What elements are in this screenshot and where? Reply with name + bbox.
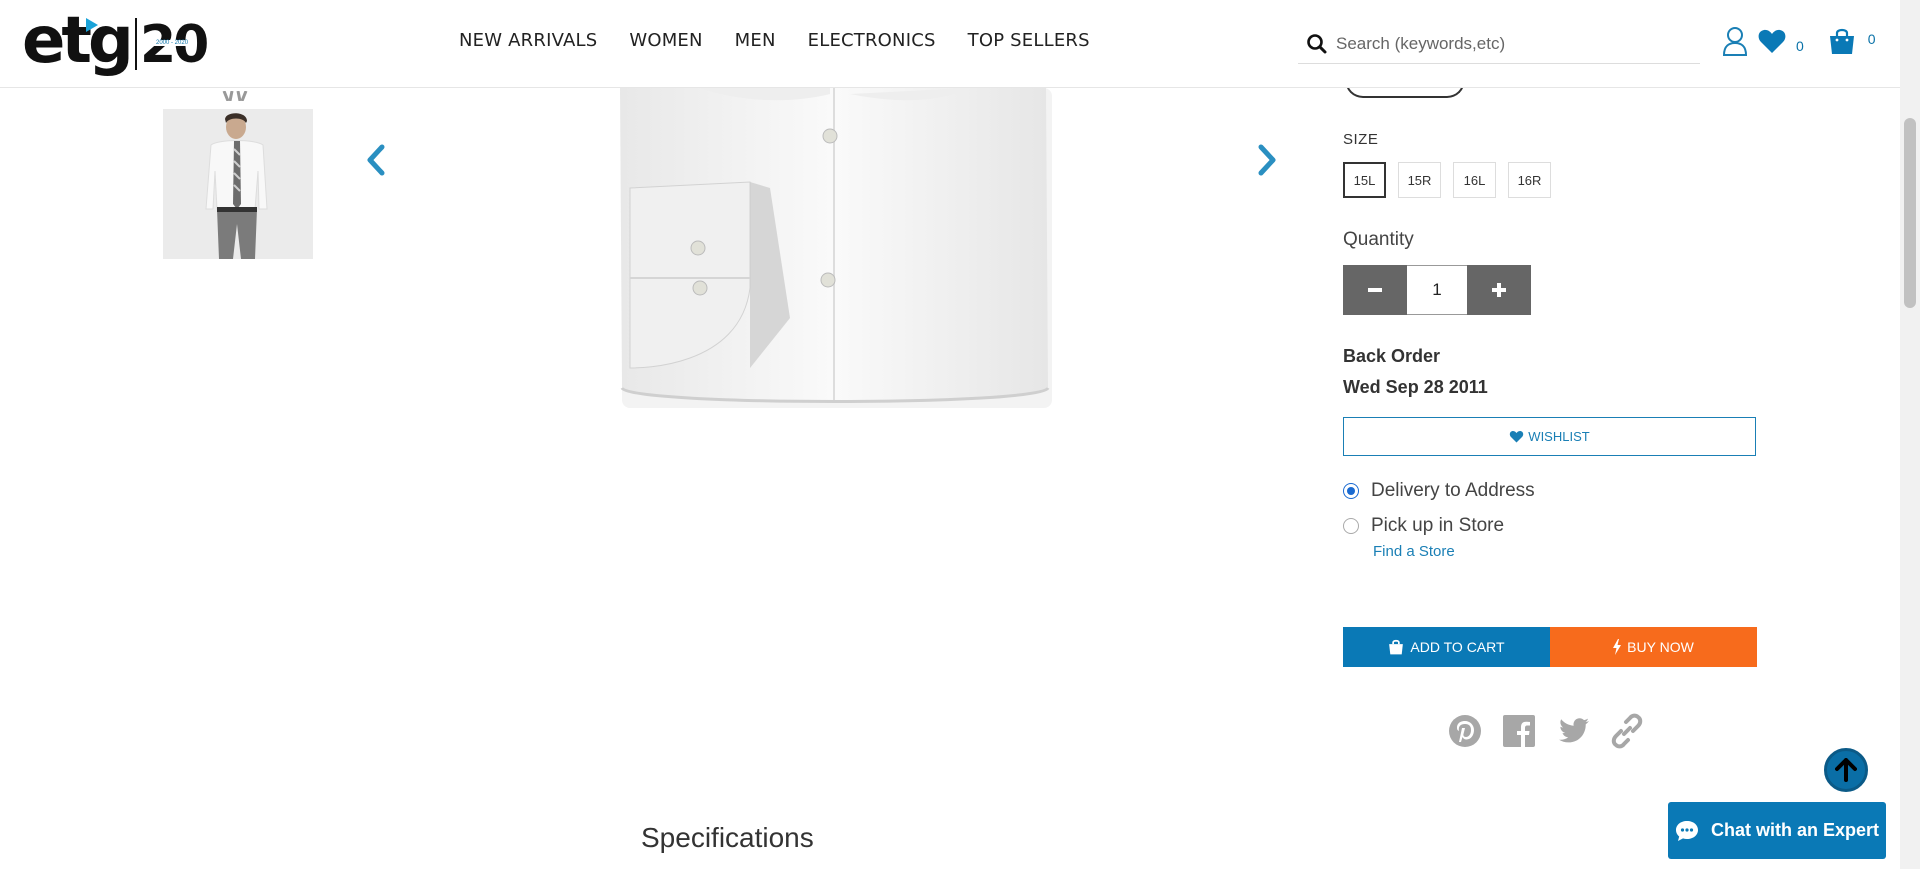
scroll-to-top-button[interactable] <box>1824 748 1868 792</box>
nav-women[interactable]: WOMEN <box>629 30 702 51</box>
logo-play-icon <box>86 18 98 32</box>
search-input[interactable] <box>1336 30 1686 58</box>
delivery-options: Delivery to Address Pick up in Store <box>1343 478 1535 548</box>
quantity-stepper: 1 <box>1343 265 1531 315</box>
main-product-image <box>600 88 1070 418</box>
buy-now-label: BUY NOW <box>1627 639 1694 655</box>
arrow-up-icon <box>1835 758 1857 782</box>
shopping-bag-icon <box>1389 639 1404 655</box>
plus-icon <box>1492 283 1506 297</box>
main-nav: NEW ARRIVALS WOMEN MEN ELECTRONICS TOP S… <box>459 30 1090 51</box>
quantity-input[interactable]: 1 <box>1407 265 1467 315</box>
chat-with-expert-button[interactable]: Chat with an Expert <box>1668 802 1886 859</box>
pinterest-icon[interactable] <box>1447 713 1483 749</box>
chat-bubble-icon <box>1675 820 1698 841</box>
shopping-bag-icon[interactable] <box>1828 27 1856 60</box>
minus-icon <box>1368 288 1382 292</box>
etg-logo[interactable]: etg 20 2000 - 2020 <box>22 4 209 84</box>
product-thumbnail[interactable] <box>163 109 313 259</box>
radio-delivery-address[interactable] <box>1343 483 1359 499</box>
size-option-15r[interactable]: 15R <box>1398 162 1441 198</box>
purchase-actions: ADD TO CART BUY NOW <box>1343 627 1757 667</box>
facebook-icon[interactable] <box>1501 713 1537 749</box>
delivery-option-pickup-label: Pick up in Store <box>1371 515 1505 536</box>
carousel-next-arrow[interactable] <box>1255 144 1279 176</box>
quantity-label: Quantity <box>1343 229 1414 250</box>
stock-date: Wed Sep 28 2011 <box>1343 377 1488 397</box>
quantity-increment-button[interactable] <box>1467 265 1531 315</box>
delivery-option-address-label: Delivery to Address <box>1371 480 1535 501</box>
size-option-16r[interactable]: 16R <box>1508 162 1551 198</box>
size-label: SIZE <box>1343 131 1379 148</box>
wishlist-button-label: WISHLIST <box>1528 429 1590 444</box>
stock-status-text: Back Order <box>1343 346 1441 366</box>
chat-button-label: Chat with an Expert <box>1710 820 1880 840</box>
twitter-icon[interactable] <box>1555 713 1591 749</box>
header-actions: 0 0 <box>1722 26 1900 60</box>
wishlist-count: 0 <box>1796 38 1804 54</box>
size-option-15l[interactable]: 15L <box>1343 162 1386 198</box>
buy-now-button[interactable]: BUY NOW <box>1550 627 1757 667</box>
cart-count: 0 <box>1867 31 1876 47</box>
search-bar <box>1298 24 1700 64</box>
wishlist-button[interactable]: WISHLIST <box>1343 417 1756 456</box>
nav-top-sellers[interactable]: TOP SELLERS <box>968 30 1090 51</box>
nav-electronics[interactable]: ELECTRONICS <box>808 30 936 51</box>
search-icon[interactable] <box>1306 33 1328 60</box>
page-scrollbar[interactable] <box>1900 0 1920 869</box>
stock-status: Back Order Wed Sep 28 2011 <box>1343 341 1488 403</box>
scrollbar-thumb[interactable] <box>1904 118 1916 308</box>
quantity-decrement-button[interactable] <box>1343 265 1407 315</box>
lightning-icon <box>1613 639 1622 655</box>
radio-pickup-store[interactable] <box>1343 518 1359 534</box>
logo-years-text: 2000 - 2020 <box>154 40 191 46</box>
add-to-cart-label: ADD TO CART <box>1410 639 1505 655</box>
size-option-16l[interactable]: 16L <box>1453 162 1496 198</box>
find-store-link[interactable]: Find a Store <box>1373 543 1455 560</box>
thumbnail-partial[interactable] <box>220 88 250 102</box>
carousel-prev-arrow[interactable] <box>364 144 388 176</box>
delivery-option-pickup[interactable]: Pick up in Store <box>1343 513 1535 539</box>
nav-new-arrivals[interactable]: NEW ARRIVALS <box>459 30 597 51</box>
user-icon[interactable] <box>1722 26 1748 61</box>
logo-brand-text: etg <box>22 4 134 78</box>
delivery-option-address[interactable]: Delivery to Address <box>1343 478 1535 504</box>
size-selector: 15L 15R 16L 16R <box>1343 162 1551 198</box>
logo-divider <box>135 18 137 70</box>
specifications-heading: Specifications <box>641 822 814 853</box>
nav-men[interactable]: MEN <box>735 30 776 51</box>
link-icon[interactable] <box>1609 713 1645 749</box>
heart-icon[interactable] <box>1758 28 1786 59</box>
social-share <box>1447 713 1645 749</box>
add-to-cart-button[interactable]: ADD TO CART <box>1343 627 1550 667</box>
site-header: etg 20 2000 - 2020 NEW ARRIVALS WOMEN ME… <box>0 0 1900 88</box>
heart-icon <box>1510 430 1524 443</box>
